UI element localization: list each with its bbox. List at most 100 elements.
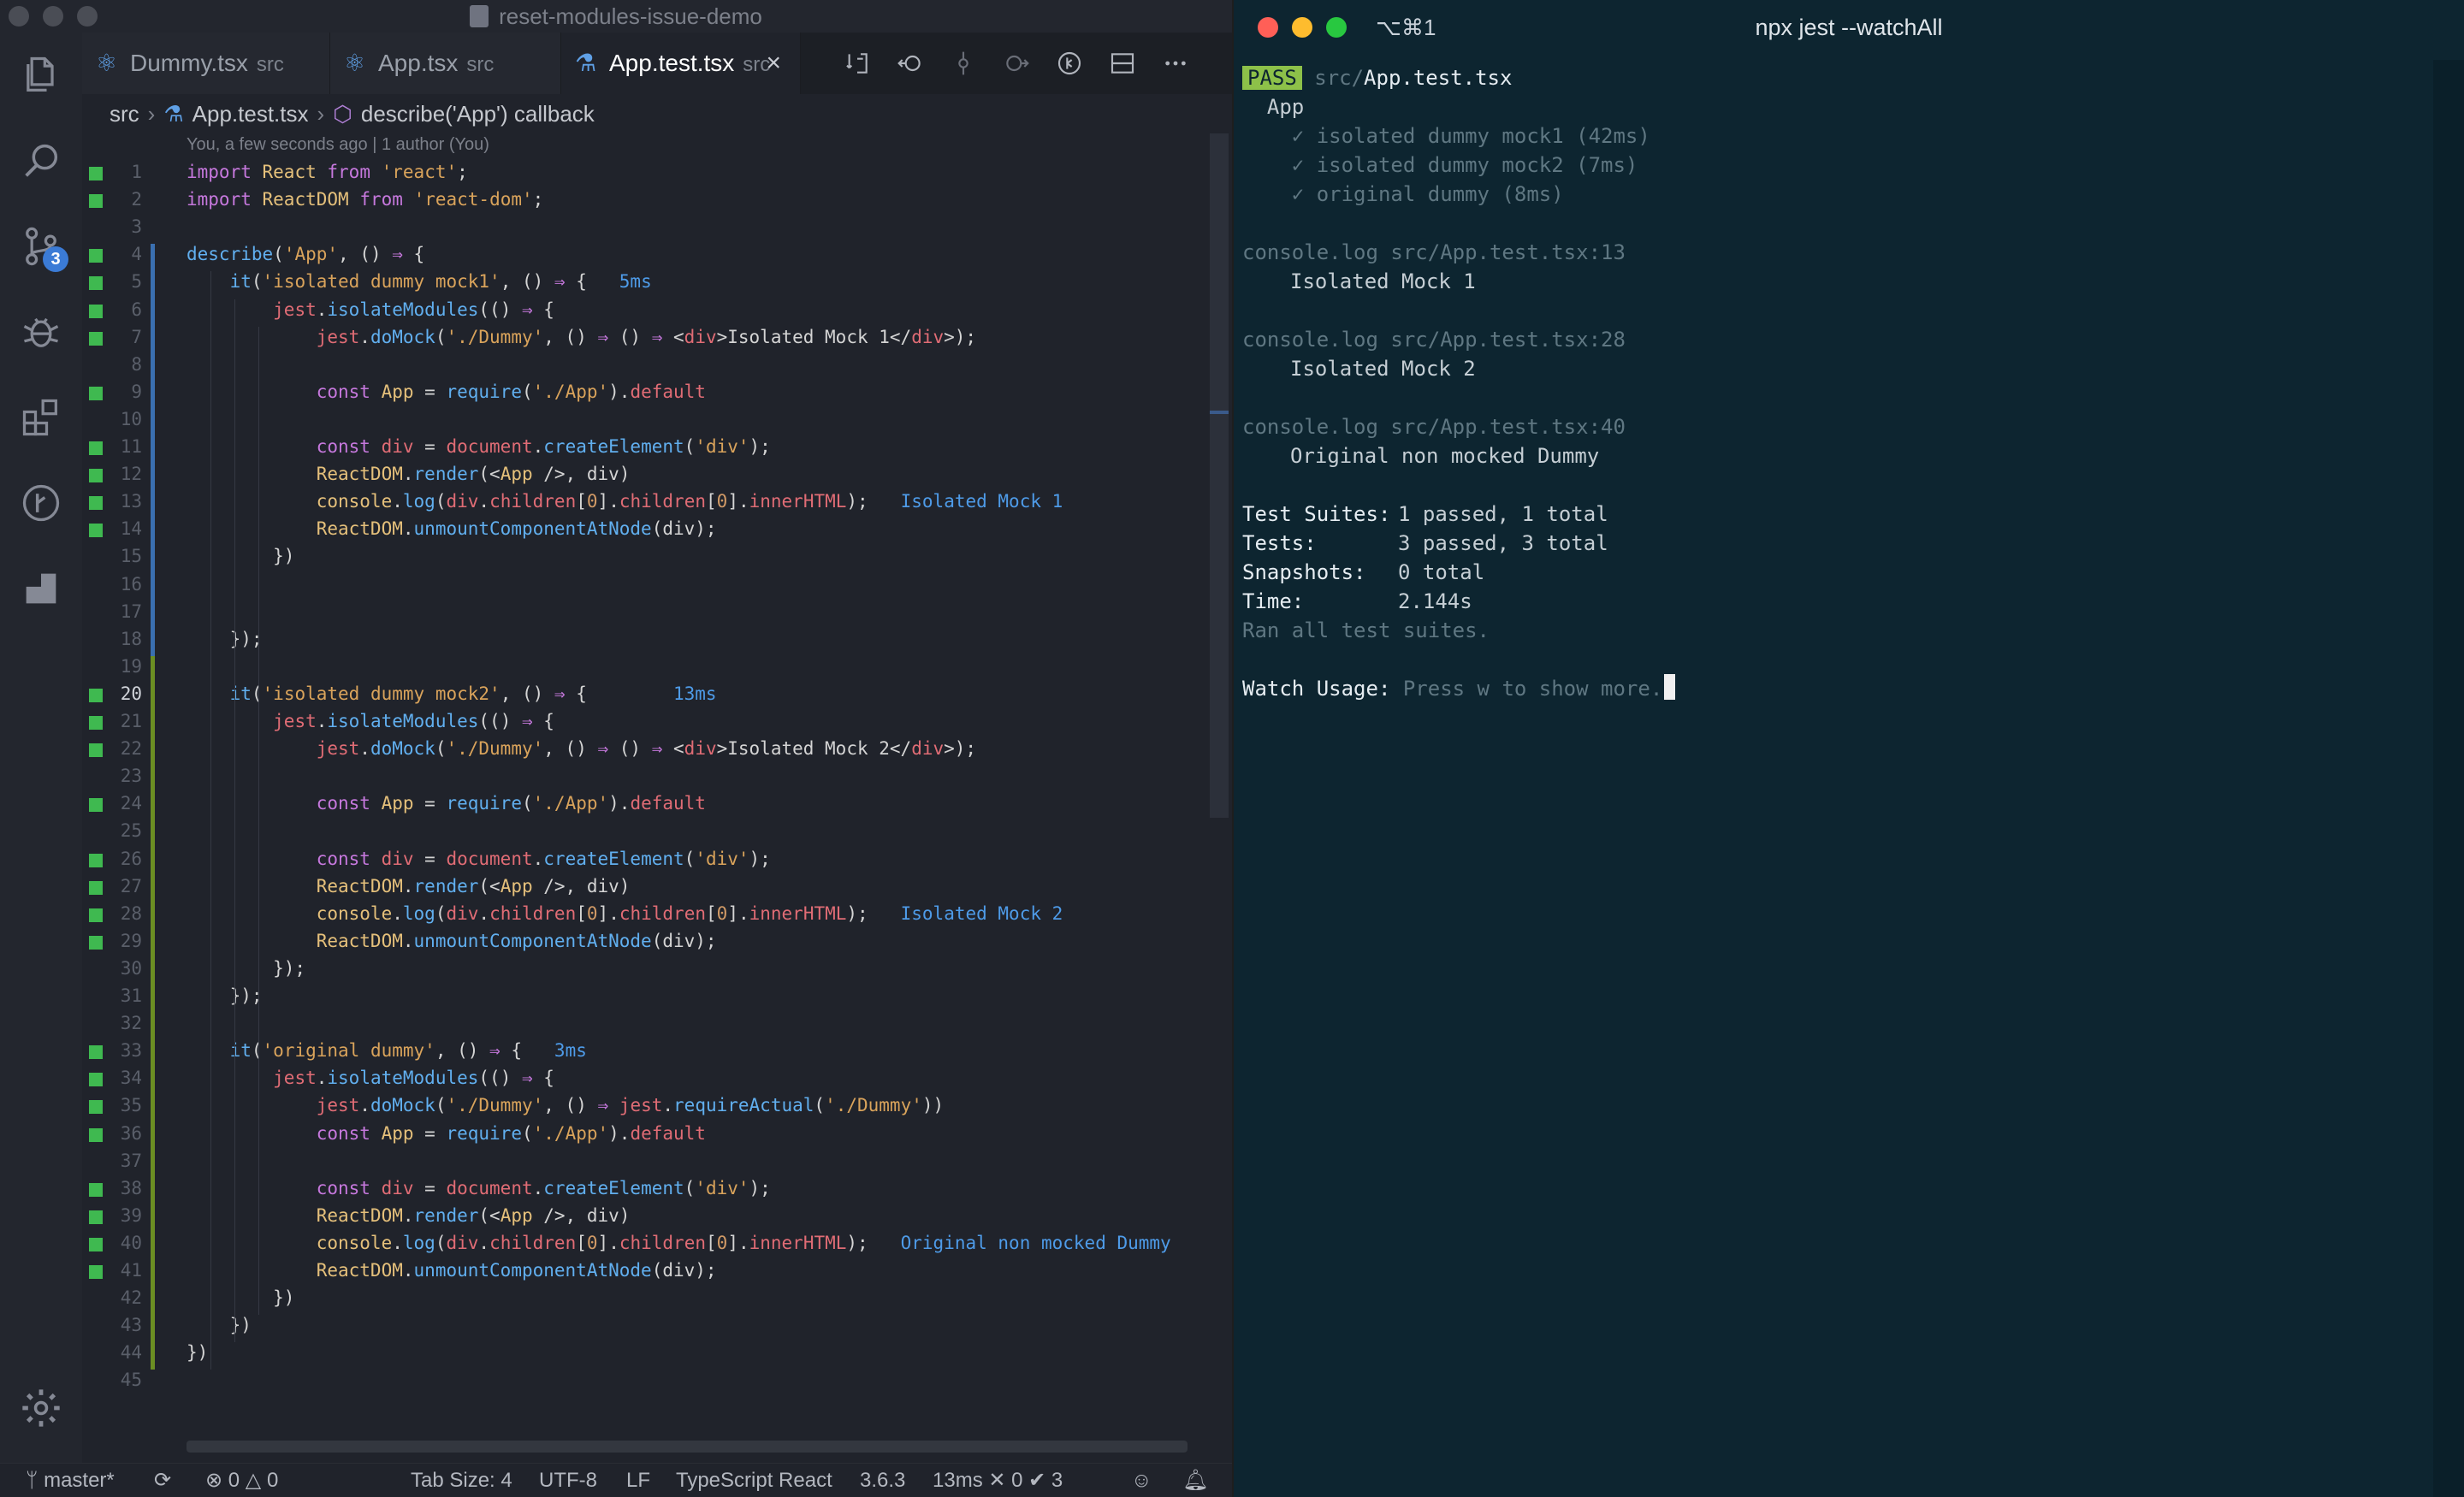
eol-status[interactable]: LF — [626, 1464, 650, 1497]
code-line[interactable]: jest.doMock('./Dummy', () ⇒ () ⇒ <div>Is… — [187, 738, 976, 759]
code-line[interactable]: }); — [187, 958, 305, 979]
code-line[interactable]: it('isolated dummy mock2', () ⇒ { 13ms — [187, 683, 717, 704]
debug-button[interactable] — [0, 291, 82, 373]
feedback-button[interactable]: ☺ — [1131, 1464, 1152, 1497]
coverage-marker[interactable] — [89, 167, 103, 180]
code-line[interactable]: jest.isolateModules(() ⇒ { — [187, 711, 554, 731]
code-line[interactable]: }) — [187, 1342, 208, 1363]
code-line[interactable]: jest.isolateModules(() ⇒ { — [187, 299, 554, 320]
next-change-button[interactable] — [1001, 48, 1032, 79]
breadcrumb-symbol[interactable]: describe('App') callback — [361, 101, 595, 127]
code-line[interactable]: const div = document.createElement('div'… — [187, 436, 771, 457]
code-line[interactable]: const div = document.createElement('div'… — [187, 1178, 771, 1198]
jest-status[interactable]: 13ms ✕ 0 ✔ 3 — [933, 1464, 1063, 1497]
coverage-marker[interactable] — [89, 1182, 103, 1197]
coverage-marker[interactable] — [89, 469, 103, 483]
watch-usage-line: Watch Usage: Press w to show more. — [1242, 674, 1676, 703]
close-tab-button[interactable]: × — [766, 33, 781, 94]
coverage-marker[interactable] — [89, 1210, 103, 1224]
coverage-marker[interactable] — [89, 496, 103, 511]
code-line[interactable]: describe('App', () ⇒ { — [187, 244, 424, 264]
code-line[interactable]: ReactDOM.render(<App />, div) — [187, 464, 631, 484]
code-line[interactable]: const App = require('./App').default — [187, 793, 706, 814]
sync-button[interactable]: ⟳ — [154, 1464, 171, 1497]
coverage-marker[interactable] — [89, 276, 103, 291]
codelens-blame[interactable]: You, a few seconds ago | 1 author (You) — [187, 135, 489, 155]
docker-button[interactable] — [0, 547, 82, 630]
coverage-marker[interactable] — [89, 524, 103, 538]
ts-version-status[interactable]: 3.6.3 — [860, 1464, 905, 1497]
more-actions-button[interactable] — [1160, 48, 1191, 79]
explorer-button[interactable] — [0, 34, 82, 116]
coverage-marker[interactable] — [89, 249, 103, 263]
code-line[interactable]: }) — [187, 1315, 252, 1335]
encoding-status[interactable]: UTF-8 — [539, 1464, 597, 1497]
code-line[interactable]: console.log(div.children[0].children[0].… — [187, 1233, 1171, 1253]
code-line[interactable]: }) — [187, 546, 294, 566]
horizontal-scrollbar[interactable] — [187, 1441, 1188, 1453]
problems-status[interactable]: ⊗ 0 △ 0 — [205, 1464, 278, 1497]
tab-app[interactable]: ⚛ App.tsx src — [330, 33, 561, 94]
code-line[interactable]: ReactDOM.unmountComponentAtNode(div); — [187, 518, 717, 539]
code-line[interactable]: ReactDOM.unmountComponentAtNode(div); — [187, 1260, 717, 1281]
coverage-marker[interactable] — [89, 853, 103, 867]
coverage-marker[interactable] — [89, 1073, 103, 1087]
coverage-marker[interactable] — [89, 1045, 103, 1060]
coverage-marker[interactable] — [89, 441, 103, 455]
commit-button[interactable] — [948, 48, 979, 79]
code-line[interactable]: }) — [187, 1287, 294, 1308]
notifications-button[interactable]: 🔔︎ — [1182, 1464, 1208, 1497]
git-graph-button[interactable] — [0, 462, 82, 544]
code-line[interactable]: const App = require('./App').default — [187, 1123, 706, 1144]
code-line[interactable]: jest.doMock('./Dummy', () ⇒ jest.require… — [187, 1095, 944, 1115]
code-line[interactable]: import ReactDOM from 'react-dom'; — [187, 189, 543, 210]
search-button[interactable] — [0, 120, 82, 202]
tab-app-test[interactable]: ⚗ App.test.tsx src × — [561, 33, 801, 94]
split-editor-button[interactable] — [1107, 48, 1138, 79]
vertical-scrollbar[interactable] — [1210, 133, 1229, 818]
coverage-marker[interactable] — [89, 1127, 103, 1142]
breadcrumb-file[interactable]: App.test.tsx — [192, 101, 309, 127]
coverage-marker[interactable] — [89, 880, 103, 895]
source-control-button[interactable] — [0, 205, 82, 287]
code-line[interactable]: jest.doMock('./Dummy', () ⇒ () ⇒ <div>Is… — [187, 327, 976, 347]
code-line[interactable]: import React from 'react'; — [187, 162, 468, 182]
tab-size-status[interactable]: Tab Size: 4 — [411, 1464, 512, 1497]
breadcrumb-folder[interactable]: src — [110, 101, 139, 127]
settings-button[interactable] — [0, 1367, 82, 1449]
coverage-marker[interactable] — [89, 304, 103, 318]
coverage-marker[interactable] — [89, 716, 103, 730]
code-line[interactable]: jest.isolateModules(() ⇒ { — [187, 1068, 554, 1088]
language-status[interactable]: TypeScript React — [676, 1464, 832, 1497]
code-line[interactable]: ReactDOM.render(<App />, div) — [187, 876, 631, 896]
code-line[interactable]: }); — [187, 985, 263, 1006]
code-line[interactable]: console.log(div.children[0].children[0].… — [187, 491, 1063, 512]
terminal-scrollbar[interactable] — [2433, 60, 2464, 1497]
coverage-marker[interactable] — [89, 743, 103, 758]
code-line[interactable]: }); — [187, 629, 263, 649]
coverage-marker[interactable] — [89, 1237, 103, 1251]
previous-change-button[interactable] — [895, 48, 926, 79]
code-line[interactable]: ReactDOM.unmountComponentAtNode(div); — [187, 931, 717, 951]
coverage-marker[interactable] — [89, 908, 103, 922]
coverage-marker[interactable] — [89, 798, 103, 813]
code-line[interactable]: const div = document.createElement('div'… — [187, 849, 771, 869]
coverage-marker[interactable] — [89, 688, 103, 702]
coverage-marker[interactable] — [89, 1265, 103, 1279]
tab-dummy[interactable]: ⚛ Dummy.tsx src — [82, 33, 330, 94]
code-line[interactable]: const App = require('./App').default — [187, 382, 706, 402]
coverage-marker[interactable] — [89, 194, 103, 209]
code-line[interactable]: console.log(div.children[0].children[0].… — [187, 903, 1063, 924]
extensions-button[interactable] — [0, 376, 82, 459]
coverage-marker[interactable] — [89, 331, 103, 346]
coverage-marker[interactable] — [89, 386, 103, 400]
code-editor[interactable]: 1 import React from 'react'; 2 import React… — [82, 159, 1211, 1390]
coverage-marker[interactable] — [89, 1100, 103, 1115]
branch-status[interactable]: ᛘ master* — [26, 1464, 115, 1497]
timeline-button[interactable] — [1054, 48, 1085, 79]
code-line[interactable]: it('isolated dummy mock1', () ⇒ { 5ms — [187, 271, 652, 292]
coverage-marker[interactable] — [89, 935, 103, 950]
open-changes-button[interactable] — [842, 48, 873, 79]
code-line[interactable]: it('original dummy', () ⇒ { 3ms — [187, 1040, 587, 1061]
code-line[interactable]: ReactDOM.render(<App />, div) — [187, 1205, 631, 1226]
